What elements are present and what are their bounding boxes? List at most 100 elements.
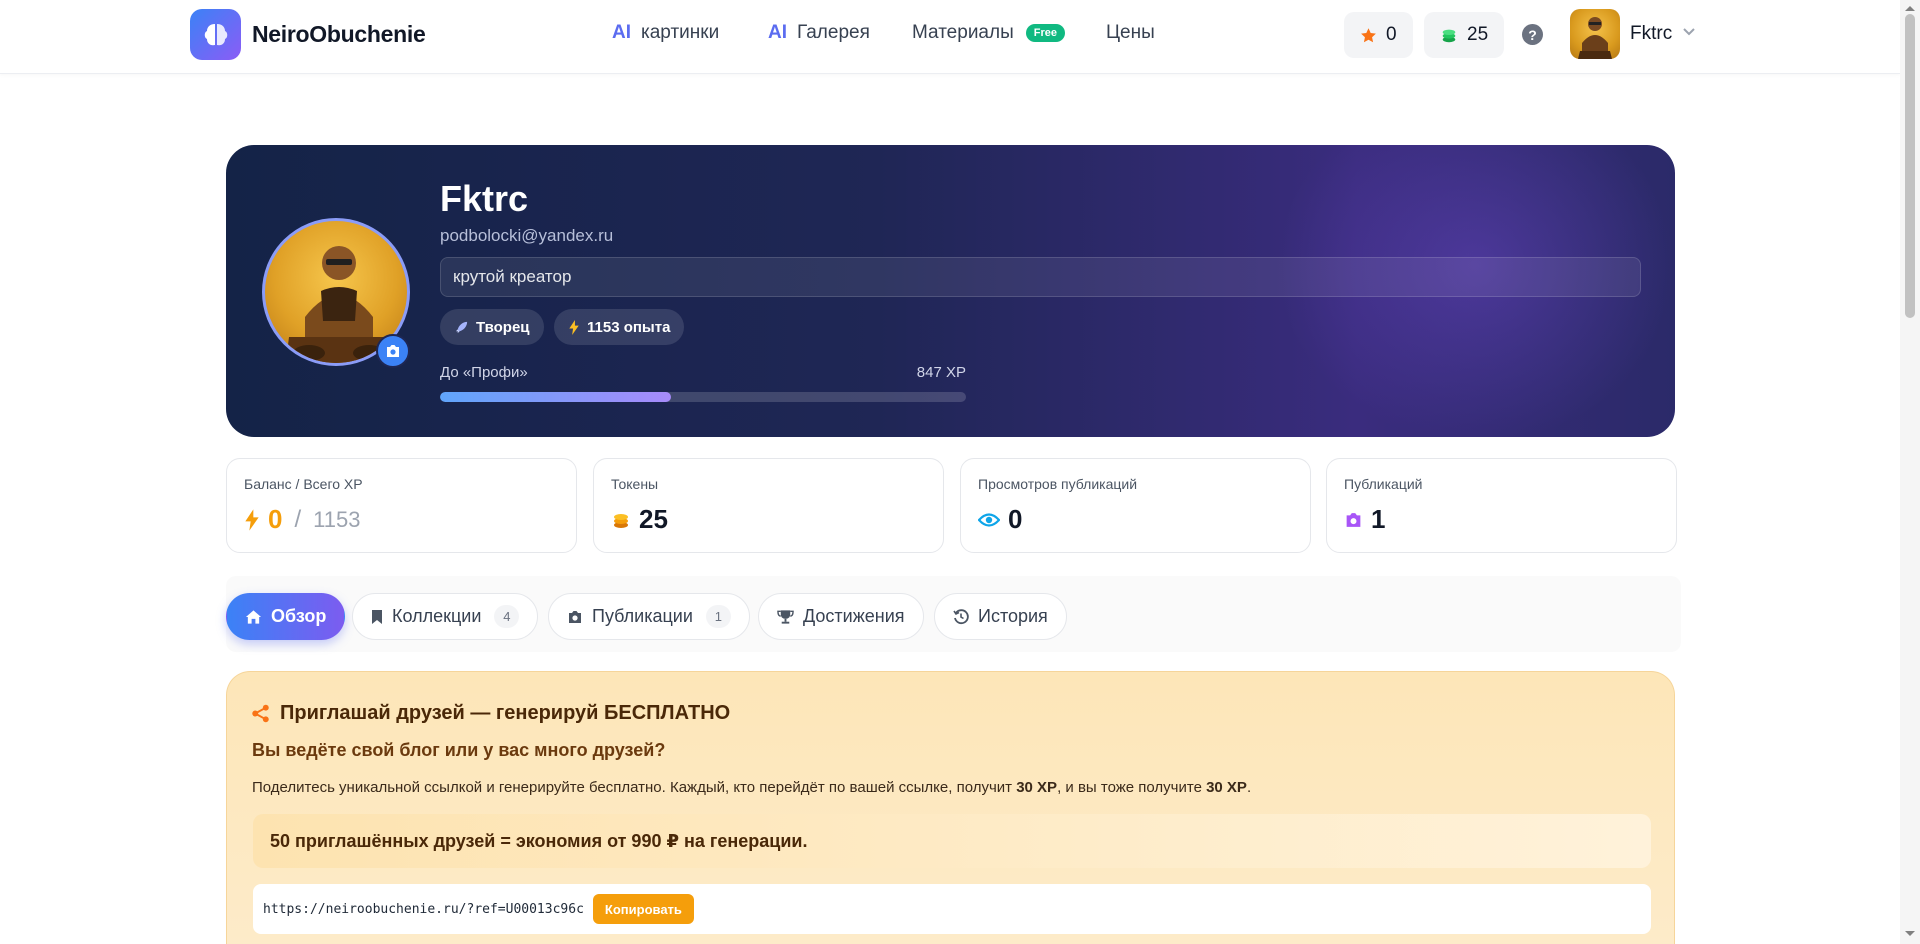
home-icon xyxy=(245,609,262,624)
stat-label: Токены xyxy=(611,476,659,492)
tokens-value: 25 xyxy=(639,504,668,534)
chevron-down-icon[interactable] xyxy=(1682,27,1696,37)
views-value: 0 xyxy=(1008,504,1023,534)
separator: / xyxy=(294,505,302,533)
eye-icon xyxy=(978,512,1000,527)
publications-value: 1 xyxy=(1371,504,1386,534)
logo[interactable] xyxy=(190,9,241,60)
stat-card-xp: Баланс / Всего XP 0 / 1153 xyxy=(226,458,577,553)
camera-icon xyxy=(387,345,399,357)
coins-icon xyxy=(614,513,628,528)
nav-materials[interactable]: Материалы Free xyxy=(912,22,1065,44)
person-illustration xyxy=(1578,17,1612,59)
stat-label: Баланс / Всего XP xyxy=(244,476,363,492)
bio-text: крутой креатор xyxy=(453,267,572,286)
change-avatar-button[interactable] xyxy=(376,334,410,368)
referral-subtitle: Вы ведёте свой блог или у вас много друз… xyxy=(252,740,666,760)
referral-link[interactable]: https://neiroobuchenie.ru/?ref=U00013c96… xyxy=(263,902,584,917)
profile-name: Fktrc xyxy=(440,178,529,219)
stat-label: Публикаций xyxy=(1344,476,1423,492)
history-icon xyxy=(953,608,969,624)
tokens-count: 25 xyxy=(1467,24,1489,45)
level-chip: Творец xyxy=(440,309,544,345)
nav-label: Галерея xyxy=(797,22,870,43)
stat-value: 25 xyxy=(611,504,668,535)
star-icon xyxy=(1361,27,1376,42)
ai-prefix: AI xyxy=(768,22,787,43)
stat-value: 0 / 1153 xyxy=(244,504,360,535)
xp-chip: 1153 опыта xyxy=(554,309,685,345)
referral-description: Поделитесь уникальной ссылкой и генериру… xyxy=(252,779,1251,796)
tab-label: Достижения xyxy=(803,606,905,626)
scrollbar-thumb[interactable] xyxy=(1905,14,1915,318)
tab-label: Обзор xyxy=(271,606,327,626)
stars-pill[interactable]: 0 xyxy=(1344,12,1413,58)
tokens-pill[interactable]: 25 xyxy=(1424,12,1505,58)
tab-publications[interactable]: Публикации 1 xyxy=(548,593,750,640)
nav-prices[interactable]: Цены xyxy=(1106,22,1155,44)
desc-bonus: 30 XP xyxy=(1016,779,1058,796)
tab-collections[interactable]: Коллекции 4 xyxy=(352,593,539,640)
stat-value: 1 xyxy=(1344,504,1385,535)
rocket-icon xyxy=(455,321,468,333)
user-avatar[interactable] xyxy=(1570,9,1620,59)
tab-label: История xyxy=(978,606,1048,626)
stat-value: 0 xyxy=(978,504,1022,535)
stat-card-views: Просмотров публикаций 0 xyxy=(960,458,1311,553)
nav-label: Цены xyxy=(1106,22,1155,43)
tab-achievements[interactable]: Достижения xyxy=(758,593,924,640)
bookmark-icon xyxy=(372,609,382,624)
scroll-up-icon[interactable] xyxy=(1904,4,1916,12)
lightning-icon xyxy=(245,508,259,531)
referral-highlight: 50 приглашённых друзей = экономия от 990… xyxy=(253,814,1651,868)
progress-fill xyxy=(440,392,672,402)
stat-label: Просмотров публикаций xyxy=(978,476,1138,492)
camera-icon xyxy=(1346,512,1361,527)
ai-prefix: AI xyxy=(612,22,631,43)
desc-bonus: 30 XP xyxy=(1206,779,1247,796)
scroll-down-icon[interactable] xyxy=(1904,930,1916,938)
nav-label: картинки xyxy=(641,22,720,43)
top-header: NeiroObuchenie AI картинки AI Галерея Ма… xyxy=(0,0,1900,74)
profile-email: podbolocki@yandex.ru xyxy=(440,226,614,245)
profile-hero: Fktrc podbolocki@yandex.ru крутой креато… xyxy=(226,145,1675,437)
free-badge: Free xyxy=(1025,24,1065,42)
referral-title-row: Приглашай друзей — генерируй БЕСПЛАТНО xyxy=(251,702,730,725)
tab-history[interactable]: История xyxy=(934,593,1067,640)
lightning-icon xyxy=(569,319,579,335)
stat-card-publications: Публикаций 1 xyxy=(1326,458,1677,553)
copy-link-button[interactable]: Копировать xyxy=(592,894,694,924)
nav-label: Материалы xyxy=(912,22,1014,43)
level-chip-label: Творец xyxy=(476,318,530,336)
desc-text: , и вы тоже получите xyxy=(1057,779,1207,796)
tab-count: 1 xyxy=(705,605,731,628)
referral-title: Приглашай друзей — генерируй БЕСПЛАТНО xyxy=(280,702,731,724)
brain-icon xyxy=(204,23,227,45)
progress-label: До «Профи» xyxy=(440,364,528,381)
progress-value: 847 XP xyxy=(916,364,966,381)
tab-label: Коллекции xyxy=(392,606,482,626)
coins-icon xyxy=(1442,29,1456,43)
progress-bar xyxy=(440,392,966,402)
referral-link-box: https://neiroobuchenie.ru/?ref=U00013c96… xyxy=(253,884,1651,934)
nav-ai-gallery[interactable]: AI Галерея xyxy=(768,22,870,44)
referral-card: Приглашай друзей — генерируй БЕСПЛАТНО В… xyxy=(226,671,1675,944)
xp-balance: 0 xyxy=(268,504,283,534)
logo-text[interactable]: NeiroObuchenie xyxy=(252,21,426,48)
trophy-icon xyxy=(777,609,794,624)
xp-chip-label: 1153 опыта xyxy=(587,318,671,336)
camera-icon xyxy=(569,610,581,623)
share-icon xyxy=(252,704,269,723)
stars-count: 0 xyxy=(1386,24,1397,45)
desc-text: . xyxy=(1246,779,1252,796)
user-name[interactable]: Fktrc xyxy=(1630,23,1672,45)
nav-ai-images[interactable]: AI картинки xyxy=(612,22,719,44)
bio-field[interactable]: крутой креатор xyxy=(440,257,1641,297)
tab-count: 4 xyxy=(494,605,520,628)
stat-card-tokens: Токены 25 xyxy=(593,458,944,553)
desc-text: Поделитесь уникальной ссылкой и генериру… xyxy=(252,779,1017,796)
xp-total: 1153 xyxy=(313,506,361,532)
tab-label: Публикации xyxy=(592,606,693,626)
help-icon[interactable]: ? xyxy=(1522,24,1543,45)
tab-overview[interactable]: Обзор xyxy=(226,593,346,640)
